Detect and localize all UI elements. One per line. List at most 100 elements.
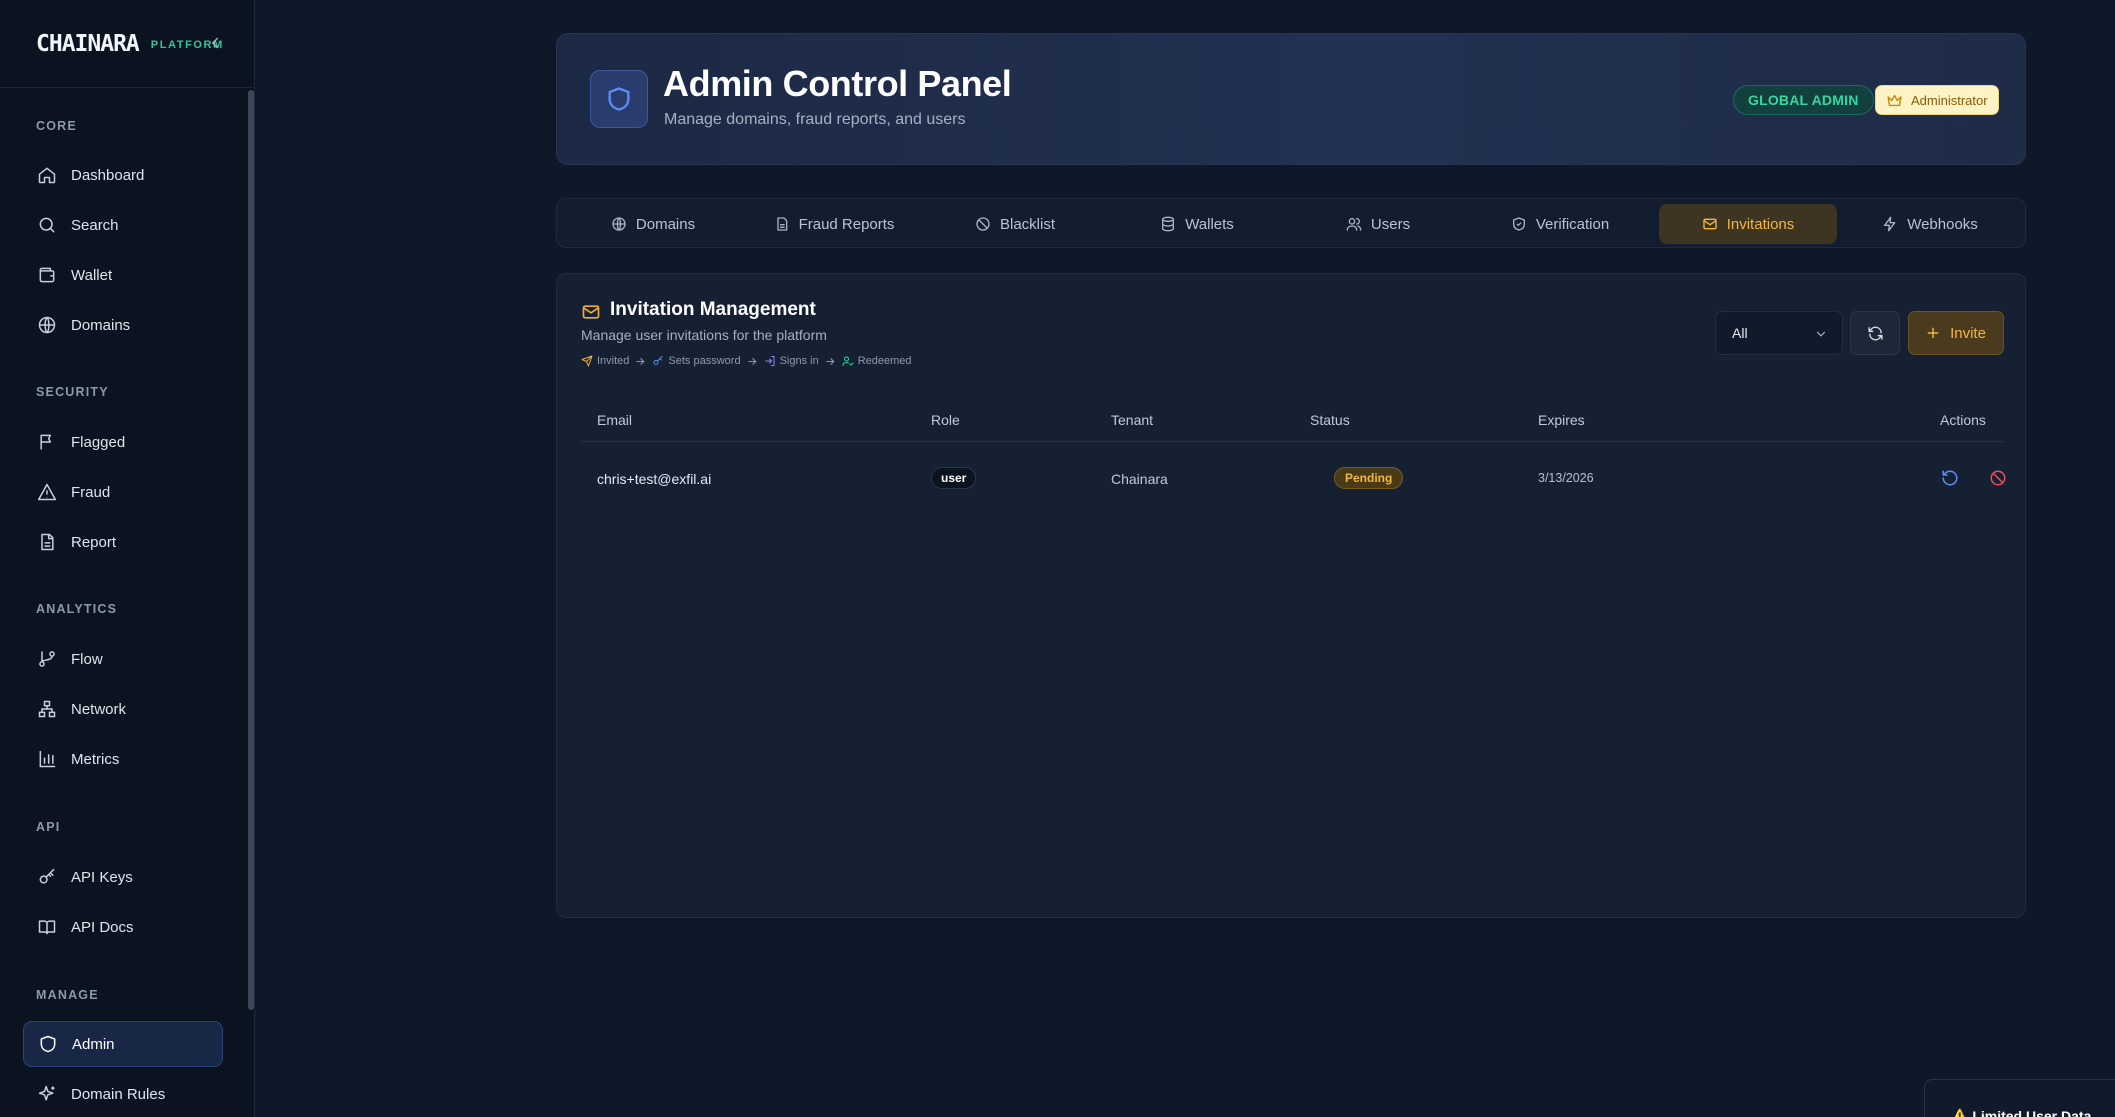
- tab-label: Domains: [635, 215, 696, 233]
- role-badge: user: [931, 467, 977, 489]
- sidebar-item-dashboard[interactable]: Dashboard: [23, 152, 223, 198]
- tab-invitations[interactable]: Invitations: [1659, 204, 1837, 244]
- flow-step-sets-password: Sets password: [652, 355, 741, 367]
- flow-step-label: Invited: [597, 355, 630, 367]
- sign-in-icon: [764, 355, 776, 367]
- limited-user-data-toast[interactable]: ⚠️ Limited User Data: [1924, 1079, 2115, 1117]
- arrow-right-icon: [635, 356, 646, 367]
- sidebar-item-label: API Docs: [71, 918, 134, 936]
- arrow-right-icon: [825, 356, 836, 367]
- column-header-actions: Actions: [1940, 412, 1986, 428]
- tab-label: Wallets: [1185, 215, 1234, 233]
- status-filter-value: All: [1732, 325, 1748, 341]
- sidebar-item-domains[interactable]: Domains: [23, 302, 223, 348]
- invitation-flow: Invited Sets password Signs in Redeemed: [581, 355, 912, 367]
- sidebar-scrollbar[interactable]: [248, 90, 254, 1010]
- flow-step-signs-in: Signs in: [764, 355, 819, 367]
- sidebar-item-api-keys[interactable]: API Keys: [23, 854, 223, 900]
- table-row: chris+test@exfil.ai user Chainara Pendin…: [581, 442, 2007, 516]
- wallet-icon: [37, 265, 57, 285]
- status-filter-select[interactable]: All: [1715, 311, 1843, 355]
- section-label-security: SECURITY: [36, 385, 109, 399]
- refresh-button[interactable]: [1850, 311, 1900, 355]
- ban-icon: [975, 216, 991, 232]
- sidebar-item-domain-rules[interactable]: Domain Rules: [23, 1071, 223, 1117]
- zap-icon: [1882, 216, 1898, 232]
- flow-step-label: Sets password: [668, 355, 741, 367]
- tab-verification[interactable]: Verification: [1471, 204, 1649, 244]
- user-check-icon: [842, 355, 854, 367]
- sidebar-item-search[interactable]: Search: [23, 202, 223, 248]
- home-icon: [37, 165, 57, 185]
- invitation-email: chris+test@exfil.ai: [597, 471, 712, 487]
- flow-step-invited: Invited: [581, 355, 629, 367]
- key-icon: [37, 867, 57, 887]
- column-header-role: Role: [931, 412, 960, 428]
- tab-users[interactable]: Users: [1289, 204, 1467, 244]
- sidebar-item-flagged[interactable]: Flagged: [23, 419, 223, 465]
- sidebar-item-wallet[interactable]: Wallet: [23, 252, 223, 298]
- sidebar-item-flow[interactable]: Flow: [23, 636, 223, 682]
- section-label-api: API: [36, 820, 61, 834]
- invite-button[interactable]: Invite: [1908, 311, 2004, 355]
- tab-wallets[interactable]: Wallets: [1108, 204, 1286, 244]
- book-icon: [37, 917, 57, 937]
- tab-blacklist[interactable]: Blacklist: [926, 204, 1104, 244]
- network-icon: [37, 699, 57, 719]
- tab-fraud-reports[interactable]: Fraud Reports: [745, 204, 923, 244]
- sidebar-item-api-docs[interactable]: API Docs: [23, 904, 223, 950]
- flow-step-label: Signs in: [779, 355, 819, 367]
- revoke-icon[interactable]: [1989, 469, 2007, 487]
- sidebar-item-admin[interactable]: Admin: [23, 1021, 223, 1067]
- administrator-label: Administrator: [1911, 92, 1988, 108]
- sidebar-item-network[interactable]: Network: [23, 686, 223, 732]
- invitation-expires: 3/13/2026: [1538, 471, 1594, 485]
- sidebar-item-label: Flow: [71, 650, 103, 668]
- admin-header: Admin Control Panel Manage domains, frau…: [556, 33, 2026, 165]
- shield-check-icon: [1511, 216, 1527, 232]
- refresh-icon: [1867, 325, 1884, 342]
- invitation-tenant: Chainara: [1111, 471, 1168, 487]
- sidebar-item-label: Metrics: [71, 750, 120, 768]
- sparkles-icon: [37, 1084, 57, 1104]
- sidebar-item-label: Network: [71, 700, 127, 718]
- sidebar-item-label: Fraud: [71, 483, 111, 501]
- global-admin-badge: GLOBAL ADMIN: [1733, 85, 1874, 115]
- collapse-sidebar-icon[interactable]: [206, 34, 224, 52]
- brand[interactable]: CHAINARA PLATFORM: [0, 0, 254, 88]
- warning-icon: [37, 482, 57, 502]
- tab-label: Verification: [1535, 215, 1610, 233]
- bar-chart-icon: [37, 749, 57, 769]
- flow-step-label: Redeemed: [857, 355, 912, 367]
- sidebar-item-label: Flagged: [71, 433, 126, 451]
- tab-label: Blacklist: [999, 215, 1055, 233]
- panel-title: Invitation Management: [610, 299, 816, 320]
- flow-step-redeemed: Redeemed: [842, 355, 912, 367]
- sidebar-item-report[interactable]: Report: [23, 519, 223, 565]
- resend-icon[interactable]: [1941, 469, 1959, 487]
- tab-domains[interactable]: Domains: [564, 204, 742, 244]
- tab-label: Webhooks: [1907, 215, 1978, 233]
- mail-icon: [1702, 216, 1718, 232]
- table-header: Email Role Tenant Status Expires Actions: [581, 398, 2005, 442]
- document-icon: [37, 532, 57, 552]
- sidebar-item-metrics[interactable]: Metrics: [23, 736, 223, 782]
- git-branch-icon: [37, 649, 57, 669]
- chevron-down-icon: [1814, 327, 1828, 341]
- sidebar-item-label: Domains: [71, 316, 131, 334]
- send-icon: [581, 355, 593, 367]
- sidebar-item-label: Report: [71, 533, 117, 551]
- users-icon: [1346, 216, 1362, 232]
- sidebar-item-label: API Keys: [71, 868, 133, 886]
- section-label-manage: MANAGE: [36, 988, 99, 1002]
- database-icon: [1160, 216, 1176, 232]
- page-title: Admin Control Panel: [663, 63, 1012, 104]
- page-subtitle: Manage domains, fraud reports, and users: [664, 111, 966, 128]
- sidebar-item-fraud[interactable]: Fraud: [23, 469, 223, 515]
- sidebar-item-label: Search: [71, 216, 119, 234]
- crown-icon: [1886, 92, 1903, 109]
- invitation-management-panel: Invitation Management Manage user invita…: [556, 273, 2026, 918]
- sidebar-item-label: Dashboard: [71, 166, 145, 184]
- tab-webhooks[interactable]: Webhooks: [1841, 204, 2019, 244]
- column-header-expires: Expires: [1538, 412, 1585, 428]
